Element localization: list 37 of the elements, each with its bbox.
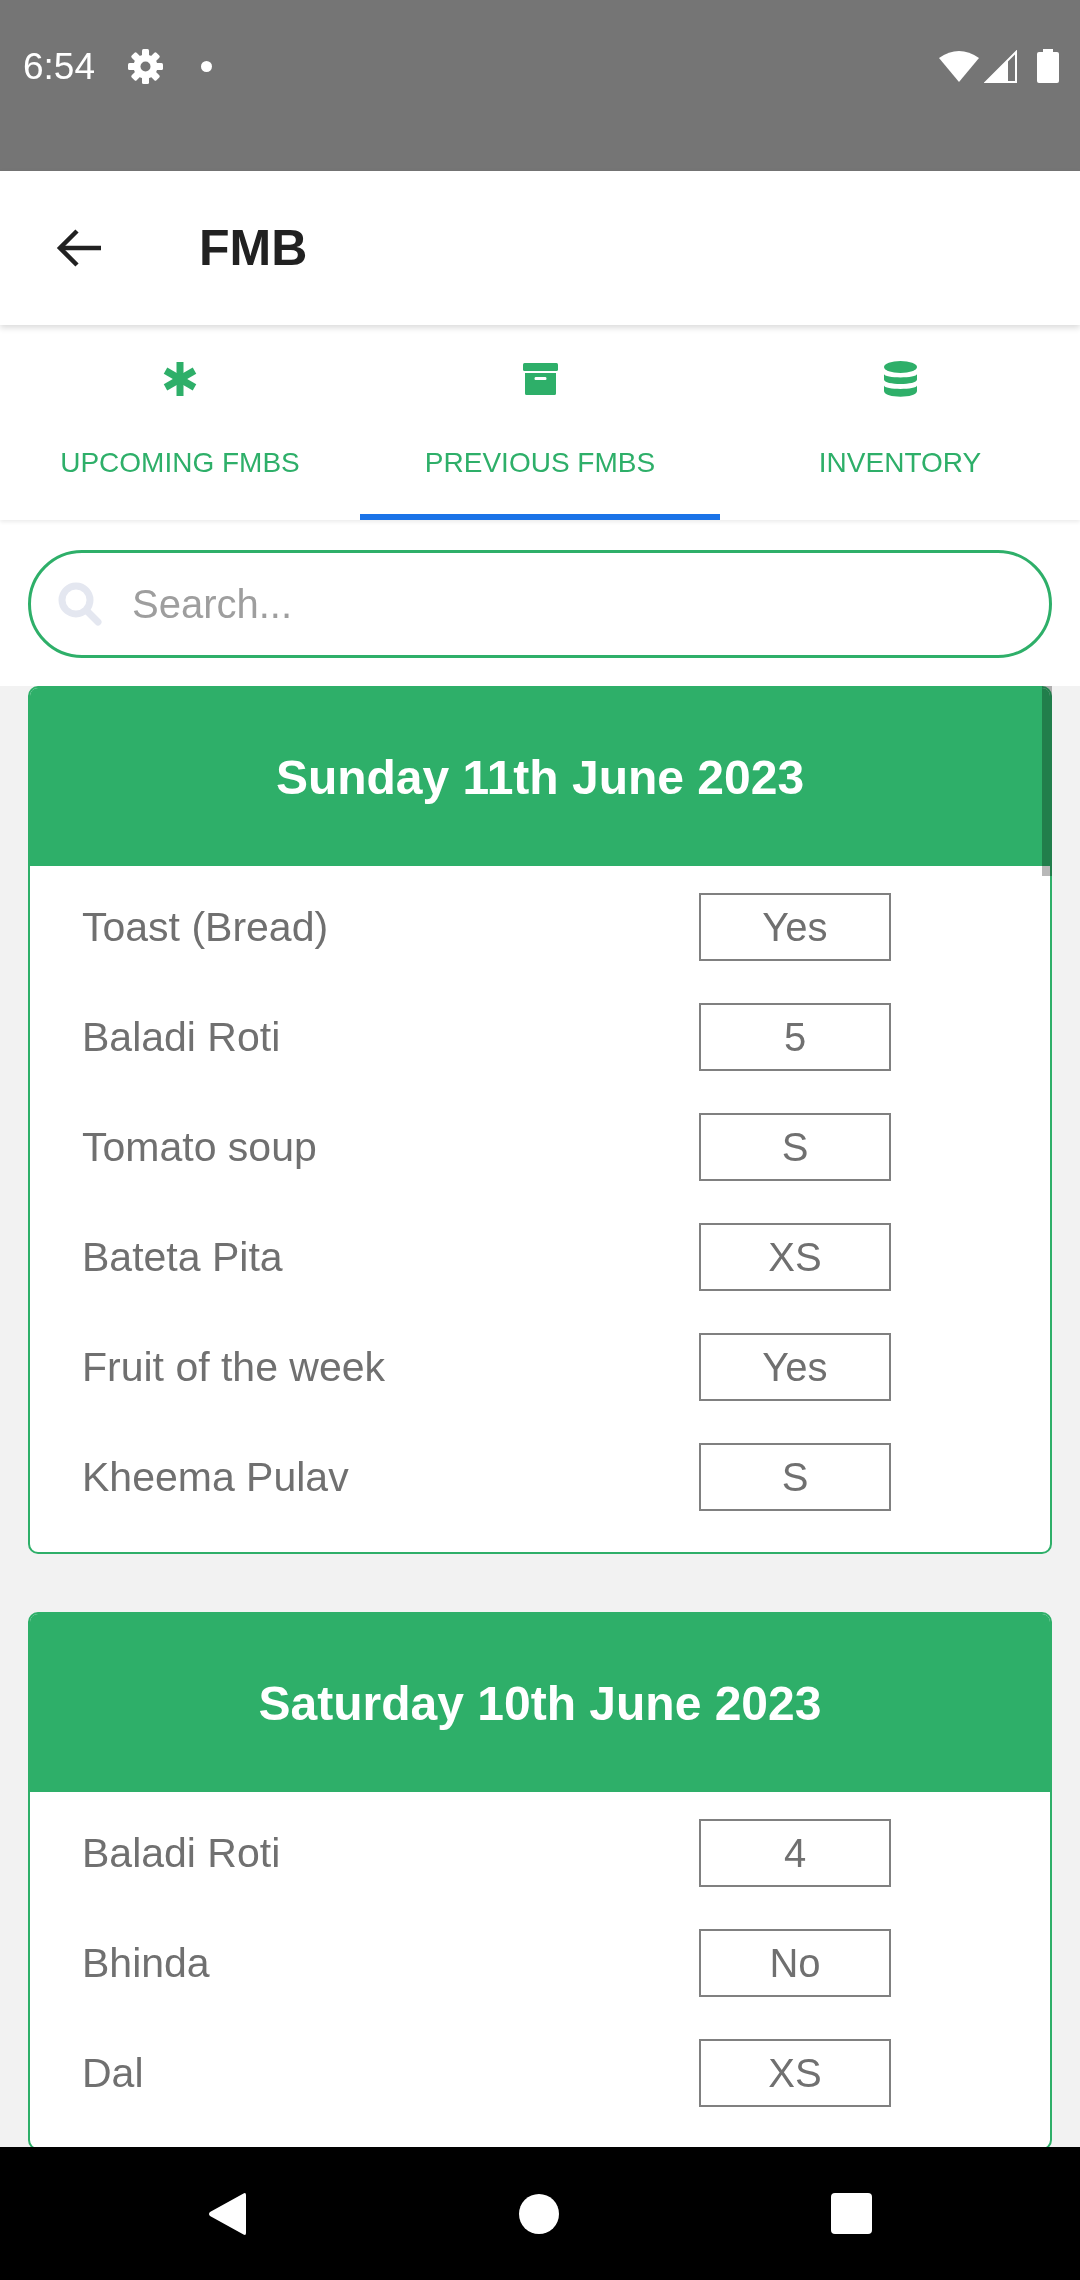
value-field: No — [699, 1929, 891, 1997]
item-name: Tomato soup — [82, 1123, 317, 1171]
item-name: Dal — [82, 2049, 144, 2097]
item-name: Fruit of the week — [82, 1343, 386, 1391]
wifi-icon — [939, 50, 979, 82]
value-field: XS — [699, 1223, 891, 1291]
asterisk-icon — [162, 362, 198, 396]
item-name: Kheema Pulav — [82, 1453, 349, 1501]
database-icon — [883, 361, 917, 397]
battery-icon — [1037, 49, 1059, 83]
item-name: Baladi Roti — [82, 1829, 281, 1877]
status-time: 6:54 — [23, 47, 95, 85]
value-field: S — [699, 1443, 891, 1511]
value-field: Yes — [699, 893, 891, 961]
item-name: Baladi Roti — [82, 1013, 281, 1061]
search-field[interactable]: Search... — [28, 550, 1052, 658]
tab[interactable]: UPCOMING FMBS — [0, 325, 360, 520]
date-header: Saturday 10th June 2023 — [30, 1614, 1050, 1792]
back-icon[interactable] — [208, 2191, 247, 2236]
tab[interactable]: INVENTORY — [720, 325, 1080, 520]
value-field: Yes — [699, 1333, 891, 1401]
value-field: S — [699, 1113, 891, 1181]
tab[interactable]: PREVIOUS FMBS — [360, 325, 720, 520]
value-field: 5 — [699, 1003, 891, 1071]
item-name: Toast (Bread) — [82, 903, 329, 951]
screen-title: FMB — [199, 223, 308, 273]
archive-box-icon — [522, 363, 558, 395]
item-name: Bateta Pita — [82, 1233, 283, 1281]
home-icon[interactable] — [519, 2193, 559, 2234]
item-name: Bhinda — [82, 1939, 210, 1987]
value-field: 4 — [699, 1819, 891, 1887]
notification-dot-icon — [201, 60, 212, 72]
settings-icon — [128, 48, 163, 84]
date-header: Sunday 11th June 2023 — [30, 688, 1050, 866]
signal-icon — [984, 49, 1017, 83]
value-field: XS — [699, 2039, 891, 2107]
search-icon — [58, 582, 102, 626]
